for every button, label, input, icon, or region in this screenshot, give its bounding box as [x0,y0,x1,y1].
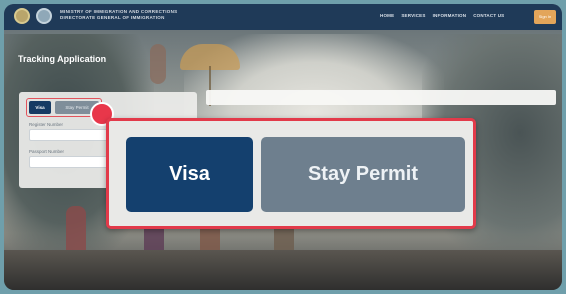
passport-number-label: Passport Number [29,149,65,154]
zoom-callout: Visa Stay Permit [106,118,476,229]
visa-button[interactable]: Visa [126,137,253,212]
immigration-logo-icon [36,8,52,24]
ministry-logo-icon [14,8,30,24]
top-navbar: MINISTRY OF IMMIGRATION AND CORRECTIONS … [4,4,562,30]
organization-name: MINISTRY OF IMMIGRATION AND CORRECTIONS … [60,9,177,21]
nav-links: HOME SERVICES INFORMATION CONTACT US [380,13,504,18]
nav-contact-link[interactable]: CONTACT US [473,13,504,18]
nav-home-link[interactable]: HOME [380,13,394,18]
background-ground [4,250,562,290]
nav-services-link[interactable]: SERVICES [401,13,425,18]
org-line-2: DIRECTORATE GENERAL OF IMMIGRATION [60,15,165,20]
stay-permit-button[interactable]: Stay Permit [261,137,465,212]
tab-visa[interactable]: Visa [29,101,51,114]
nav-information-link[interactable]: INFORMATION [433,13,467,18]
register-number-label: Register Number [29,122,64,127]
sign-in-button[interactable]: Sign In [534,10,556,24]
results-bar [206,90,556,105]
background-figure [150,44,166,84]
page-title: Tracking Application [18,54,107,64]
